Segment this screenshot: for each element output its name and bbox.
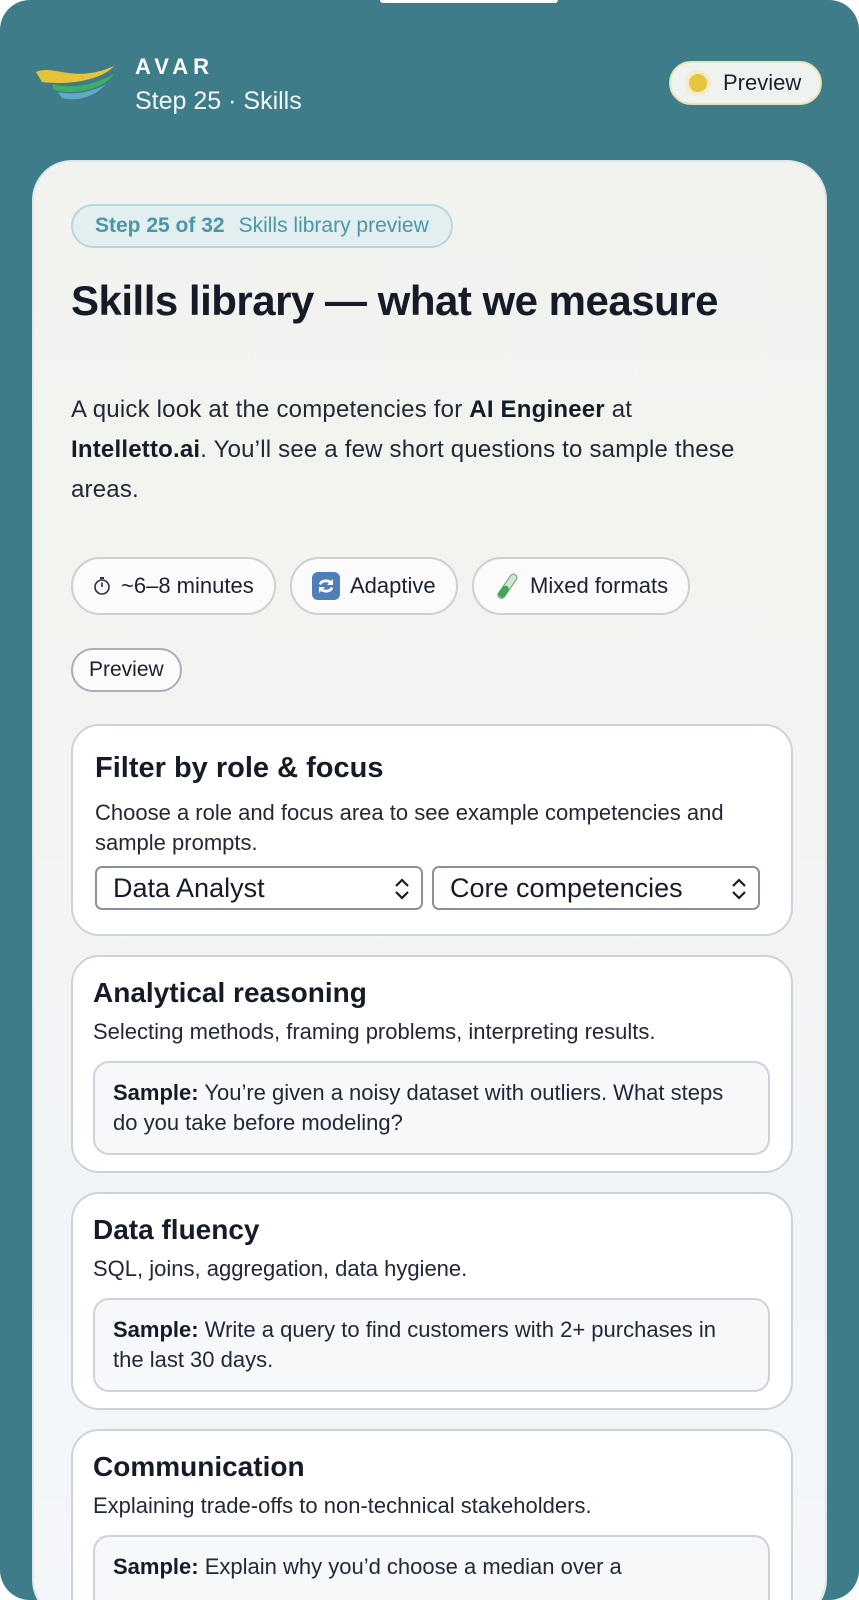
brand-name: AVAR — [135, 54, 215, 79]
skill-title: Analytical reasoning — [93, 977, 367, 1008]
preview-badge-label: Preview — [723, 70, 802, 95]
skill-sample: Sample: Explain why you’d choose a media… — [93, 1535, 770, 1600]
step-chip: Step 25 of 32 Skills library preview — [71, 204, 453, 248]
skill-card: Analytical reasoning Selecting methods, … — [71, 955, 793, 1173]
intro-text: A quick look at the competencies for AI … — [71, 390, 771, 510]
intro-mid: at — [604, 396, 633, 423]
sample-label: Sample: — [113, 1080, 199, 1105]
focus-select-value: Core competencies — [450, 872, 683, 903]
sample-label: Sample: — [113, 1317, 199, 1342]
tag-formats-label: Mixed formats — [530, 573, 669, 598]
test-tube-icon — [494, 572, 520, 600]
role-select-value: Data Analyst — [113, 872, 265, 903]
status-dot-icon — [689, 74, 707, 92]
content-card: Step 25 of 32 Skills library preview Ski… — [32, 160, 827, 1600]
intro-role: AI Engineer — [469, 396, 605, 423]
sample-text: Explain why you’d choose a median over a — [204, 1554, 622, 1579]
filter-description: Choose a role and focus area to see exam… — [95, 800, 724, 855]
focus-select[interactable]: Core competencies — [432, 866, 760, 910]
intro-company: Intelletto.ai — [71, 436, 201, 463]
page-title: Skills library — what we measure — [71, 277, 718, 324]
tag-duration-label: ~6–8 minutes — [121, 573, 254, 598]
skill-description: Explaining trade-offs to non-technical s… — [93, 1493, 592, 1518]
stopwatch-icon — [93, 576, 111, 596]
top-notch — [380, 0, 558, 3]
skill-description: Selecting methods, framing problems, int… — [93, 1019, 656, 1044]
tag-adaptive: Adaptive — [290, 557, 458, 615]
sample-text: You’re given a noisy dataset with outlie… — [113, 1080, 724, 1135]
select-chevrons-icon — [732, 878, 746, 900]
sample-label: Sample: — [113, 1554, 199, 1579]
skill-sample: Sample: You’re given a noisy dataset wit… — [93, 1061, 770, 1155]
repeat-icon — [312, 572, 340, 600]
tag-adaptive-label: Adaptive — [350, 573, 436, 598]
tag-duration: ~6–8 minutes — [71, 557, 276, 615]
intro-prefix: A quick look at the competencies for — [71, 396, 470, 423]
filter-panel: Filter by role & focus Choose a role and… — [71, 724, 793, 936]
step-chip-label: Skills library preview — [238, 214, 429, 237]
tag-preview-label: Preview — [89, 658, 164, 681]
app-frame: AVAR Step 25 · Skills Preview Step 25 of… — [0, 0, 859, 1600]
preview-badge[interactable]: Preview — [669, 61, 822, 105]
tag-formats: Mixed formats — [472, 557, 691, 615]
header-step-label: Step 25 · Skills — [135, 87, 302, 115]
skill-title: Data fluency — [93, 1214, 260, 1245]
role-select[interactable]: Data Analyst — [95, 866, 423, 910]
filter-title: Filter by role & focus — [95, 752, 384, 784]
tag-preview: Preview — [71, 648, 182, 692]
sample-text: Write a query to find customers with 2+ … — [113, 1317, 717, 1372]
brand-block: AVAR Step 25 · Skills — [135, 54, 302, 116]
skill-description: SQL, joins, aggregation, data hygiene. — [93, 1256, 468, 1281]
select-chevrons-icon — [395, 878, 409, 900]
avar-logo-icon — [36, 66, 114, 100]
skill-card: Data fluency SQL, joins, aggregation, da… — [71, 1192, 793, 1410]
step-counter: Step 25 of 32 — [95, 214, 225, 237]
skill-title: Communication — [93, 1451, 305, 1482]
skill-sample: Sample: Write a query to find customers … — [93, 1298, 770, 1392]
skill-card: Communication Explaining trade-offs to n… — [71, 1429, 793, 1600]
